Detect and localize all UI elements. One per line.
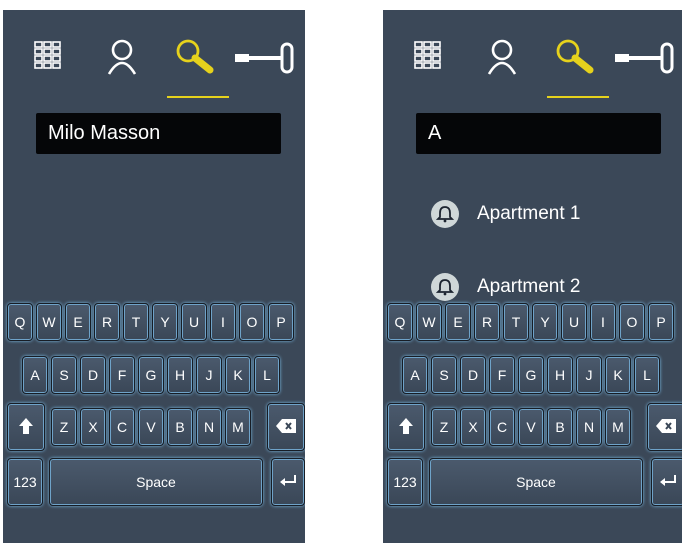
key-v[interactable]: V [518,408,544,446]
key-q[interactable]: Q [387,303,413,341]
key-icon[interactable] [235,38,295,84]
key-m[interactable]: M [225,408,251,446]
key-z[interactable]: Z [431,408,457,446]
key-r[interactable]: R [474,303,500,341]
key-a[interactable]: A [22,356,48,394]
key-q[interactable]: Q [7,303,33,341]
key-g[interactable]: G [138,356,164,394]
key-f[interactable]: F [109,356,135,394]
key-i[interactable]: I [590,303,616,341]
key-x[interactable]: X [80,408,106,446]
enter-return-icon [659,474,677,491]
key-c[interactable]: C [109,408,135,446]
search-icon[interactable] [553,38,594,84]
shift-up-arrow-icon [398,417,414,438]
key-n[interactable]: N [576,408,602,446]
backspace-icon [276,418,296,436]
active-tab-indicator [167,96,229,98]
intercom-screen-right: A Apartment 1 Apartment 2 Q W E R T Y U … [383,10,682,543]
key-e[interactable]: E [65,303,91,341]
key-k[interactable]: K [605,356,631,394]
key-k[interactable]: K [225,356,251,394]
toolbar [383,10,682,100]
key-y[interactable]: Y [152,303,178,341]
key-c[interactable]: C [489,408,515,446]
key-u[interactable]: U [181,303,207,341]
search-input[interactable]: Milo Masson [36,113,281,154]
keypad-grid-icon[interactable] [413,38,453,84]
numbers-key[interactable]: 123 [387,458,423,506]
key-l[interactable]: L [634,356,660,394]
enter-key[interactable] [651,458,682,506]
key-f[interactable]: F [489,356,515,394]
numbers-key[interactable]: 123 [7,458,43,506]
key-x[interactable]: X [460,408,486,446]
key-u[interactable]: U [561,303,587,341]
toolbar [3,10,305,100]
key-j[interactable]: J [196,356,222,394]
backspace-icon [656,418,676,436]
search-icon[interactable] [173,38,214,84]
person-icon[interactable] [486,38,526,84]
result-item-apartment-1[interactable]: Apartment 1 [431,197,581,231]
intercom-screen-left: Milo Masson Q W E R T Y U I O P A S D F … [3,10,305,543]
key-l[interactable]: L [254,356,280,394]
key-o[interactable]: O [239,303,265,341]
space-key[interactable]: Space [49,458,263,506]
key-p[interactable]: P [268,303,294,341]
keypad-grid-icon[interactable] [33,38,73,84]
key-w[interactable]: W [416,303,442,341]
key-v[interactable]: V [138,408,164,446]
key-o[interactable]: O [619,303,645,341]
key-y[interactable]: Y [532,303,558,341]
key-m[interactable]: M [605,408,631,446]
key-s[interactable]: S [51,356,77,394]
key-z[interactable]: Z [51,408,77,446]
key-e[interactable]: E [445,303,471,341]
key-r[interactable]: R [94,303,120,341]
on-screen-keyboard: Q W E R T Y U I O P A S D F G H J K L Z … [3,298,305,543]
key-a[interactable]: A [402,356,428,394]
enter-key[interactable] [271,458,305,506]
key-b[interactable]: B [167,408,193,446]
key-b[interactable]: B [547,408,573,446]
key-d[interactable]: D [460,356,486,394]
key-h[interactable]: H [167,356,193,394]
shift-up-arrow-icon [18,417,34,438]
key-n[interactable]: N [196,408,222,446]
backspace-key[interactable] [647,403,682,451]
backspace-key[interactable] [267,403,305,451]
space-key[interactable]: Space [429,458,643,506]
key-s[interactable]: S [431,356,457,394]
active-tab-indicator [547,96,609,98]
key-t[interactable]: T [123,303,149,341]
key-j[interactable]: J [576,356,602,394]
shift-key[interactable] [7,403,45,451]
person-icon[interactable] [106,38,146,84]
key-w[interactable]: W [36,303,62,341]
enter-return-icon [279,474,297,491]
bell-icon [431,273,459,301]
key-d[interactable]: D [80,356,106,394]
search-input[interactable]: A [416,113,661,154]
key-t[interactable]: T [503,303,529,341]
key-icon[interactable] [615,38,675,84]
on-screen-keyboard: Q W E R T Y U I O P A S D F G H J K L Z … [383,298,682,543]
key-i[interactable]: I [210,303,236,341]
bell-icon [431,200,459,228]
shift-key[interactable] [387,403,425,451]
result-label: Apartment 2 [477,276,581,297]
result-label: Apartment 1 [477,203,581,224]
key-h[interactable]: H [547,356,573,394]
key-p[interactable]: P [648,303,674,341]
key-g[interactable]: G [518,356,544,394]
